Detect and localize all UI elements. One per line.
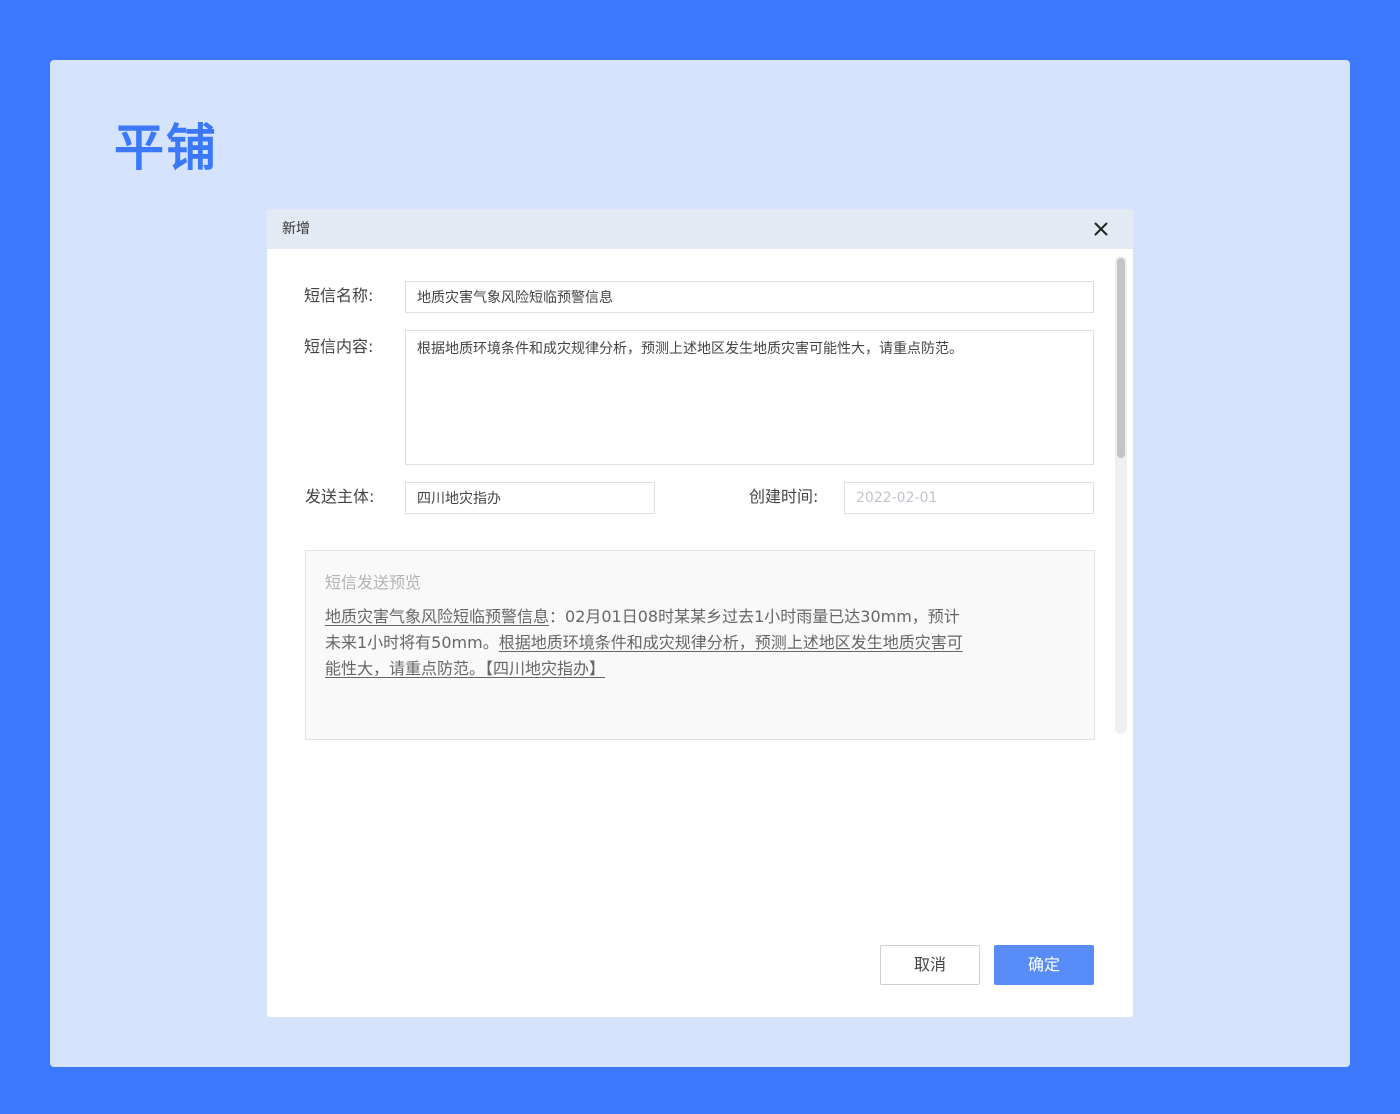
cancel-button[interactable]: 取消 (880, 945, 980, 985)
preview-text: 地质灾害气象风险短临预警信息：02月01日08时某某乡过去1小时雨量已达30mm… (325, 604, 975, 682)
add-dialog: 新增 短信名称: 短信内容: 根据地质环境条件和成灾规律分析，预测上述地区发生地… (267, 209, 1133, 1017)
sms-name-input[interactable] (405, 281, 1094, 313)
preview-sms-sender: 【四川地灾指办】 (485, 659, 606, 678)
dialog-title: 新增 (282, 221, 310, 237)
scrollbar-track[interactable] (1115, 256, 1127, 734)
preview-sms-name: 地质灾害气象风险短临预警信息 (325, 607, 550, 626)
sms-content-label: 短信内容: (304, 337, 374, 356)
create-time-label: 创建时间: (749, 487, 819, 506)
sender-input[interactable] (405, 482, 655, 514)
canvas: 平铺 新增 短信名称: 短信内容: 根据地质环境条件和成灾规律分析，预测上述地区… (50, 60, 1350, 1067)
sender-label: 发送主体: (305, 487, 375, 506)
sms-content-textarea[interactable]: 根据地质环境条件和成灾规律分析，预测上述地区发生地质灾害可能性大，请重点防范。 (405, 330, 1094, 465)
confirm-button[interactable]: 确定 (994, 945, 1094, 985)
sms-preview-box: 短信发送预览 地质灾害气象风险短临预警信息：02月01日08时某某乡过去1小时雨… (305, 550, 1095, 740)
page-title: 平铺 (114, 119, 218, 177)
dialog-header: 新增 (267, 209, 1133, 249)
preview-title: 短信发送预览 (325, 573, 422, 592)
scrollbar-thumb[interactable] (1117, 258, 1125, 458)
sms-name-label: 短信名称: (304, 286, 374, 305)
create-time-input[interactable] (844, 482, 1094, 514)
close-icon[interactable] (1089, 217, 1113, 241)
